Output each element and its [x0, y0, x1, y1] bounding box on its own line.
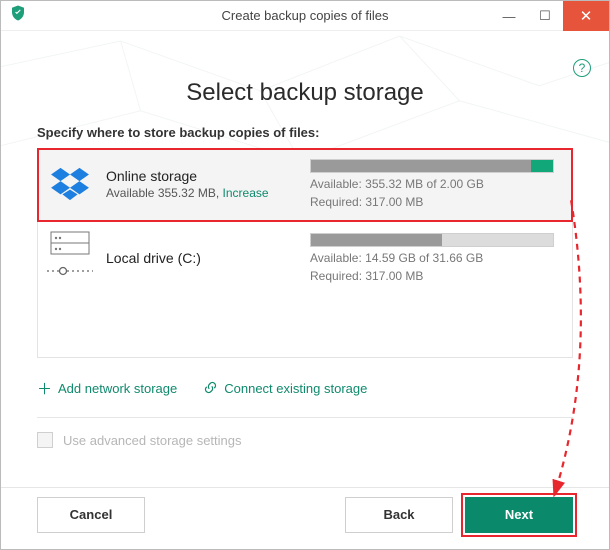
storage-actions: ＋ Add network storage Connect existing s…: [37, 378, 573, 399]
storage-online-bar: [310, 159, 554, 173]
advanced-settings-checkbox[interactable]: [37, 432, 53, 448]
titlebar: Create backup copies of files — ☐ ✕: [1, 1, 609, 31]
plus-icon: ＋: [37, 378, 52, 399]
page-title: Select backup storage: [1, 79, 609, 107]
storage-item-online[interactable]: Online storage Available 355.32 MB, Incr…: [38, 149, 572, 221]
wizard-button-bar: Cancel Back Next: [1, 487, 609, 541]
storage-local-text: Local drive (C:): [106, 250, 296, 266]
storage-online-gauge: Available: 355.32 MB of 2.00 GB Required…: [310, 159, 562, 209]
storage-local-required-line: Required: 317.00 MB: [310, 269, 554, 283]
help-icon[interactable]: ?: [573, 59, 591, 77]
window-controls: — ☐ ✕: [491, 1, 609, 31]
minimize-button[interactable]: —: [491, 1, 527, 31]
cancel-button[interactable]: Cancel: [37, 497, 145, 533]
add-network-storage-label: Add network storage: [58, 381, 177, 396]
local-drive-icon: [48, 231, 92, 285]
connect-existing-storage-label: Connect existing storage: [224, 381, 367, 396]
wizard-page: ? Select backup storage Specify where to…: [1, 31, 609, 549]
app-window: Create backup copies of files — ☐ ✕ ? Se…: [0, 0, 610, 550]
storage-online-subtitle: Available 355.32 MB, Increase: [106, 186, 296, 200]
advanced-settings-row: Use advanced storage settings: [37, 432, 573, 448]
storage-online-required-line: Required: 317.00 MB: [310, 195, 554, 209]
next-button[interactable]: Next: [465, 497, 573, 533]
page-prompt: Specify where to store backup copies of …: [37, 125, 609, 140]
add-network-storage-link[interactable]: ＋ Add network storage: [37, 378, 177, 399]
storage-local-name: Local drive (C:): [106, 250, 296, 266]
connector-icon: [44, 257, 96, 285]
storage-local-available-line: Available: 14.59 GB of 31.66 GB: [310, 251, 554, 265]
storage-online-available-line: Available: 355.32 MB of 2.00 GB: [310, 177, 554, 191]
storage-local-gauge: Available: 14.59 GB of 31.66 GB Required…: [310, 233, 562, 283]
storage-online-text: Online storage Available 355.32 MB, Incr…: [106, 168, 296, 200]
increase-link[interactable]: Increase: [223, 186, 269, 200]
dropbox-icon: [48, 166, 92, 202]
storage-online-available-short: Available 355.32 MB,: [106, 186, 219, 200]
storage-online-name: Online storage: [106, 168, 296, 184]
divider: [37, 417, 573, 418]
storage-item-local[interactable]: Local drive (C:) Available: 14.59 GB of …: [38, 221, 572, 297]
storage-online-bar-used: [311, 160, 531, 172]
close-button[interactable]: ✕: [563, 1, 609, 31]
maximize-button[interactable]: ☐: [527, 1, 563, 31]
connect-existing-storage-link[interactable]: Connect existing storage: [203, 378, 367, 399]
advanced-settings-label: Use advanced storage settings: [63, 433, 242, 448]
back-button[interactable]: Back: [345, 497, 453, 533]
storage-local-bar-used: [311, 234, 442, 246]
storage-list-empty-space: [38, 297, 572, 357]
link-icon: [203, 380, 218, 398]
storage-list: Online storage Available 355.32 MB, Incr…: [37, 148, 573, 358]
storage-online-bar-free: [531, 160, 553, 172]
storage-local-bar: [310, 233, 554, 247]
